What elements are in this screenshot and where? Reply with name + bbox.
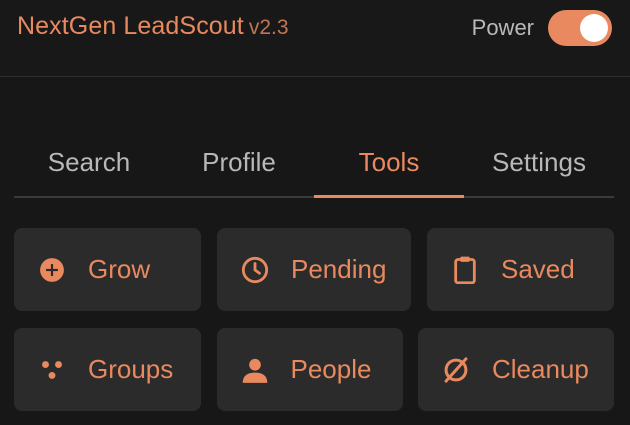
plus-circle-icon bbox=[38, 256, 66, 284]
tab-settings[interactable]: Settings bbox=[464, 138, 614, 196]
grow-label: Grow bbox=[88, 254, 151, 284]
tools-row-1: Grow Pending Saved bbox=[14, 228, 614, 311]
tab-bar: Search Profile Tools Settings bbox=[14, 138, 614, 198]
saved-button[interactable]: Saved bbox=[427, 228, 614, 311]
groups-icon bbox=[38, 356, 66, 384]
toggle-knob bbox=[580, 14, 608, 42]
pending-label: Pending bbox=[291, 254, 387, 284]
groups-button[interactable]: Groups bbox=[14, 328, 201, 411]
power-toggle[interactable] bbox=[548, 10, 612, 46]
tab-tools[interactable]: Tools bbox=[314, 138, 464, 198]
pending-button[interactable]: Pending bbox=[217, 228, 411, 311]
empty-set-icon bbox=[442, 356, 470, 384]
version-label: v2.3 bbox=[248, 16, 289, 39]
groups-label: Groups bbox=[88, 354, 174, 384]
header-bar: NextGen LeadScout v2.3 Power bbox=[0, 0, 630, 77]
tools-row-2: Groups People Cleanup bbox=[14, 328, 614, 411]
cleanup-label: Cleanup bbox=[492, 354, 589, 384]
clipboard-icon bbox=[451, 256, 479, 284]
person-icon bbox=[241, 356, 269, 384]
tab-search[interactable]: Search bbox=[14, 138, 164, 196]
app-window: NextGen LeadScout v2.3 Power Search Profi… bbox=[0, 0, 630, 425]
tab-profile[interactable]: Profile bbox=[164, 138, 314, 196]
cleanup-button[interactable]: Cleanup bbox=[418, 328, 614, 411]
power-control: Power bbox=[472, 10, 612, 46]
brand: NextGen LeadScout v2.3 bbox=[17, 12, 289, 41]
power-label: Power bbox=[471, 15, 534, 40]
clock-icon bbox=[241, 256, 269, 284]
brand-name: NextGen LeadScout bbox=[17, 12, 244, 40]
saved-label: Saved bbox=[501, 254, 575, 284]
grow-button[interactable]: Grow bbox=[14, 228, 201, 311]
people-label: People bbox=[290, 354, 372, 384]
people-button[interactable]: People bbox=[216, 328, 403, 411]
